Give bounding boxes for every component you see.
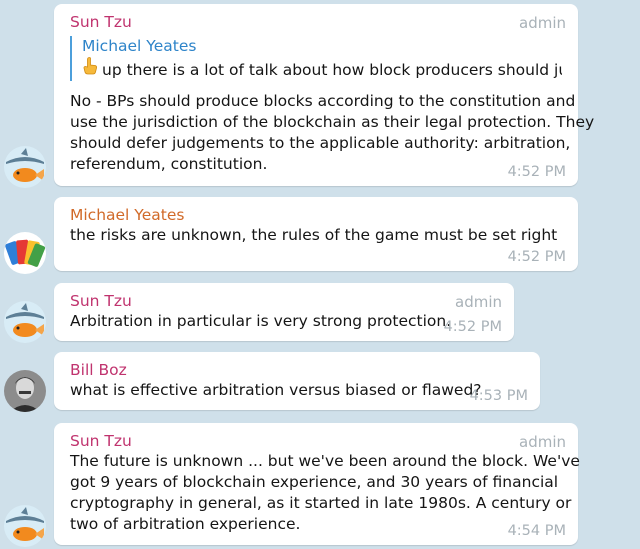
message-line: Arbitration in particular is very strong… [70,312,452,330]
message-line: use the jurisdiction of the blockchain a… [70,113,595,131]
sender-name[interactable]: Bill Boz [70,360,524,380]
color-tags-avatar [4,232,46,274]
message-line: referendum, constitution. [70,155,268,173]
sender-name[interactable]: Sun Tzu [70,12,562,32]
avatar[interactable] [4,370,46,412]
message-line: the risks are unknown, the rules of the … [70,226,558,244]
message-line: should defer judgements to the applicabl… [70,134,571,152]
goldfish-shark-avatar [4,301,46,343]
avatar[interactable] [4,301,46,343]
avatar[interactable] [4,505,46,547]
goldfish-shark-avatar [4,505,46,547]
message-line: got 9 years of blockchain experience, an… [70,473,559,491]
message-time: 4:53 PM [469,388,528,404]
message-bubble[interactable]: Sun Tzu admin Arbitration in particular … [54,283,514,341]
sender-name[interactable]: Sun Tzu [70,431,562,451]
message-bubble[interactable]: Sun Tzu admin The future is unknown ... … [54,423,580,545]
sender-name[interactable]: Sun Tzu [70,291,498,311]
message-bubble[interactable]: Michael Yeates the risks are unknown, th… [54,197,578,271]
admin-badge: admin [519,14,566,32]
reply-text: up there is a lot of talk about how bloc… [102,61,562,79]
reply-sender-name: Michael Yeates [82,37,197,55]
sender-name[interactable]: Michael Yeates [70,205,562,225]
message-bubble[interactable]: Bill Boz what is effective arbitration v… [54,352,540,410]
goldfish-shark-avatar [4,146,46,188]
avatar[interactable] [4,232,46,274]
man-portrait-avatar [4,370,46,412]
message-line: No - BPs should produce blocks according… [70,92,576,110]
admin-badge: admin [519,433,566,451]
reply-preview[interactable]: Michael Yeates up there is a lot of talk… [70,36,562,81]
message-time: 4:52 PM [443,319,502,335]
admin-badge: admin [455,293,502,311]
message-bubble[interactable]: Sun Tzu admin Michael Yeates up there is… [54,4,595,186]
message-time: 4:52 PM [507,164,566,180]
avatar[interactable] [4,146,46,188]
message-time: 4:54 PM [507,523,566,539]
pointing-up-hand-icon [82,57,98,81]
message-line: two of arbitration experience. [70,515,301,533]
message-line: The future is unknown ... but we've been… [70,452,580,470]
message-line: cryptography in general, as it started i… [70,494,572,512]
message-time: 4:52 PM [507,249,566,265]
message-line: what is effective arbitration versus bia… [70,381,482,399]
reply-text-line: up there is a lot of talk about how bloc… [82,57,562,81]
chat-history[interactable]: Sun Tzu admin Michael Yeates up there is… [0,0,640,549]
